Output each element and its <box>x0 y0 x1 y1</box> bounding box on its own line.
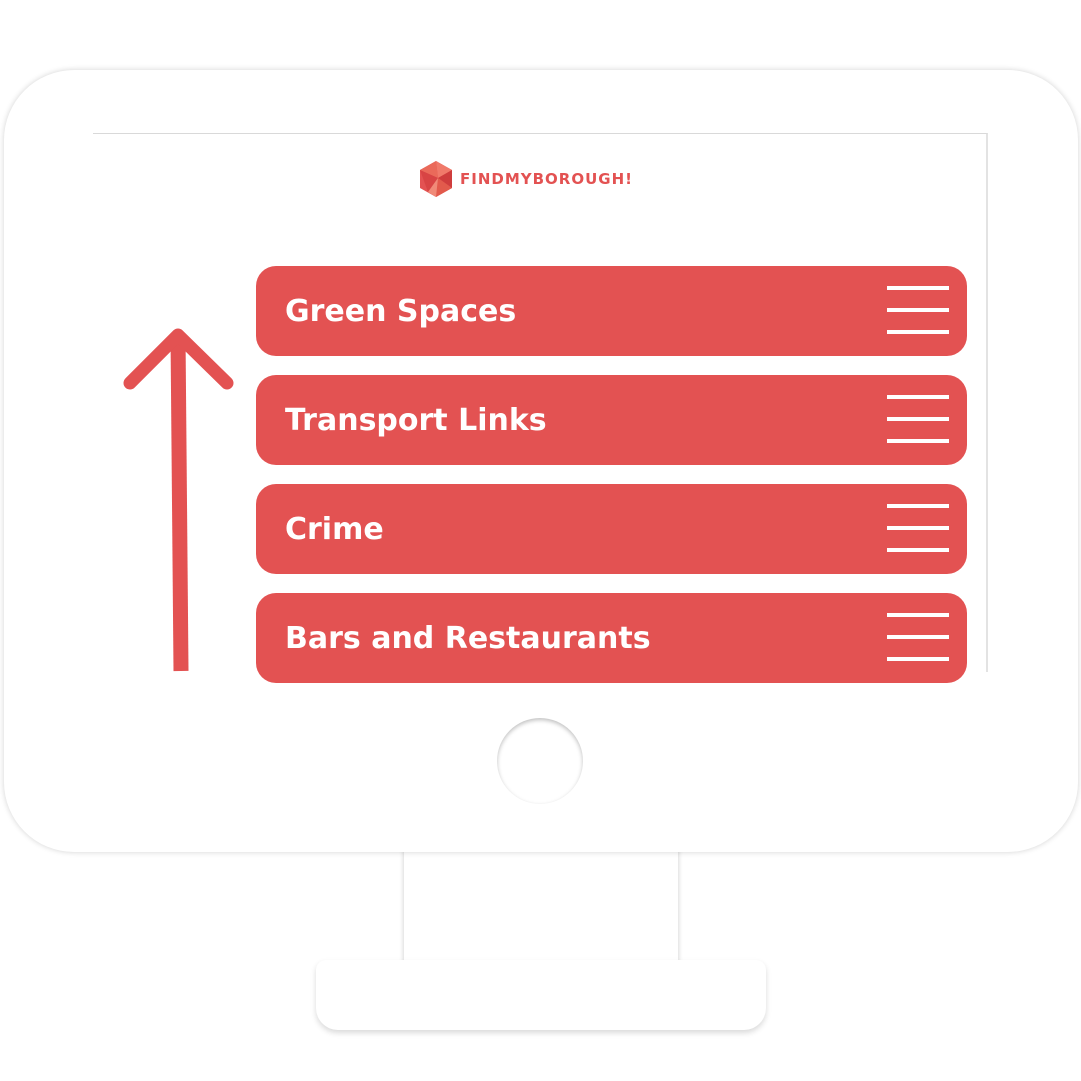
hexagon-logo-icon <box>418 160 454 198</box>
hamburger-menu-icon[interactable] <box>887 504 949 554</box>
menu-item-crime[interactable]: Crime <box>256 484 967 574</box>
monitor-button <box>497 718 583 804</box>
hamburger-menu-icon[interactable] <box>887 613 949 663</box>
hamburger-menu-icon[interactable] <box>887 286 949 336</box>
menu-item-transport-links[interactable]: Transport Links <box>256 375 967 465</box>
brand-name: FINDMYBOROUGH! <box>460 170 633 188</box>
hamburger-menu-icon[interactable] <box>887 395 949 445</box>
monitor-illustration: FINDMYBOROUGH! Green Spaces Transport Li… <box>0 0 1081 1081</box>
menu-item-label: Crime <box>285 511 384 547</box>
menu-item-label: Green Spaces <box>285 293 517 329</box>
menu-item-label: Bars and Restaurants <box>285 620 651 656</box>
menu-item-bars-and-restaurants[interactable]: Bars and Restaurants <box>256 593 967 683</box>
brand-logo[interactable]: FINDMYBOROUGH! <box>418 160 633 198</box>
menu-item-label: Transport Links <box>285 402 547 438</box>
up-arrow-icon <box>123 328 234 672</box>
menu-item-green-spaces[interactable]: Green Spaces <box>256 266 967 356</box>
monitor-stand-base <box>316 960 766 1030</box>
